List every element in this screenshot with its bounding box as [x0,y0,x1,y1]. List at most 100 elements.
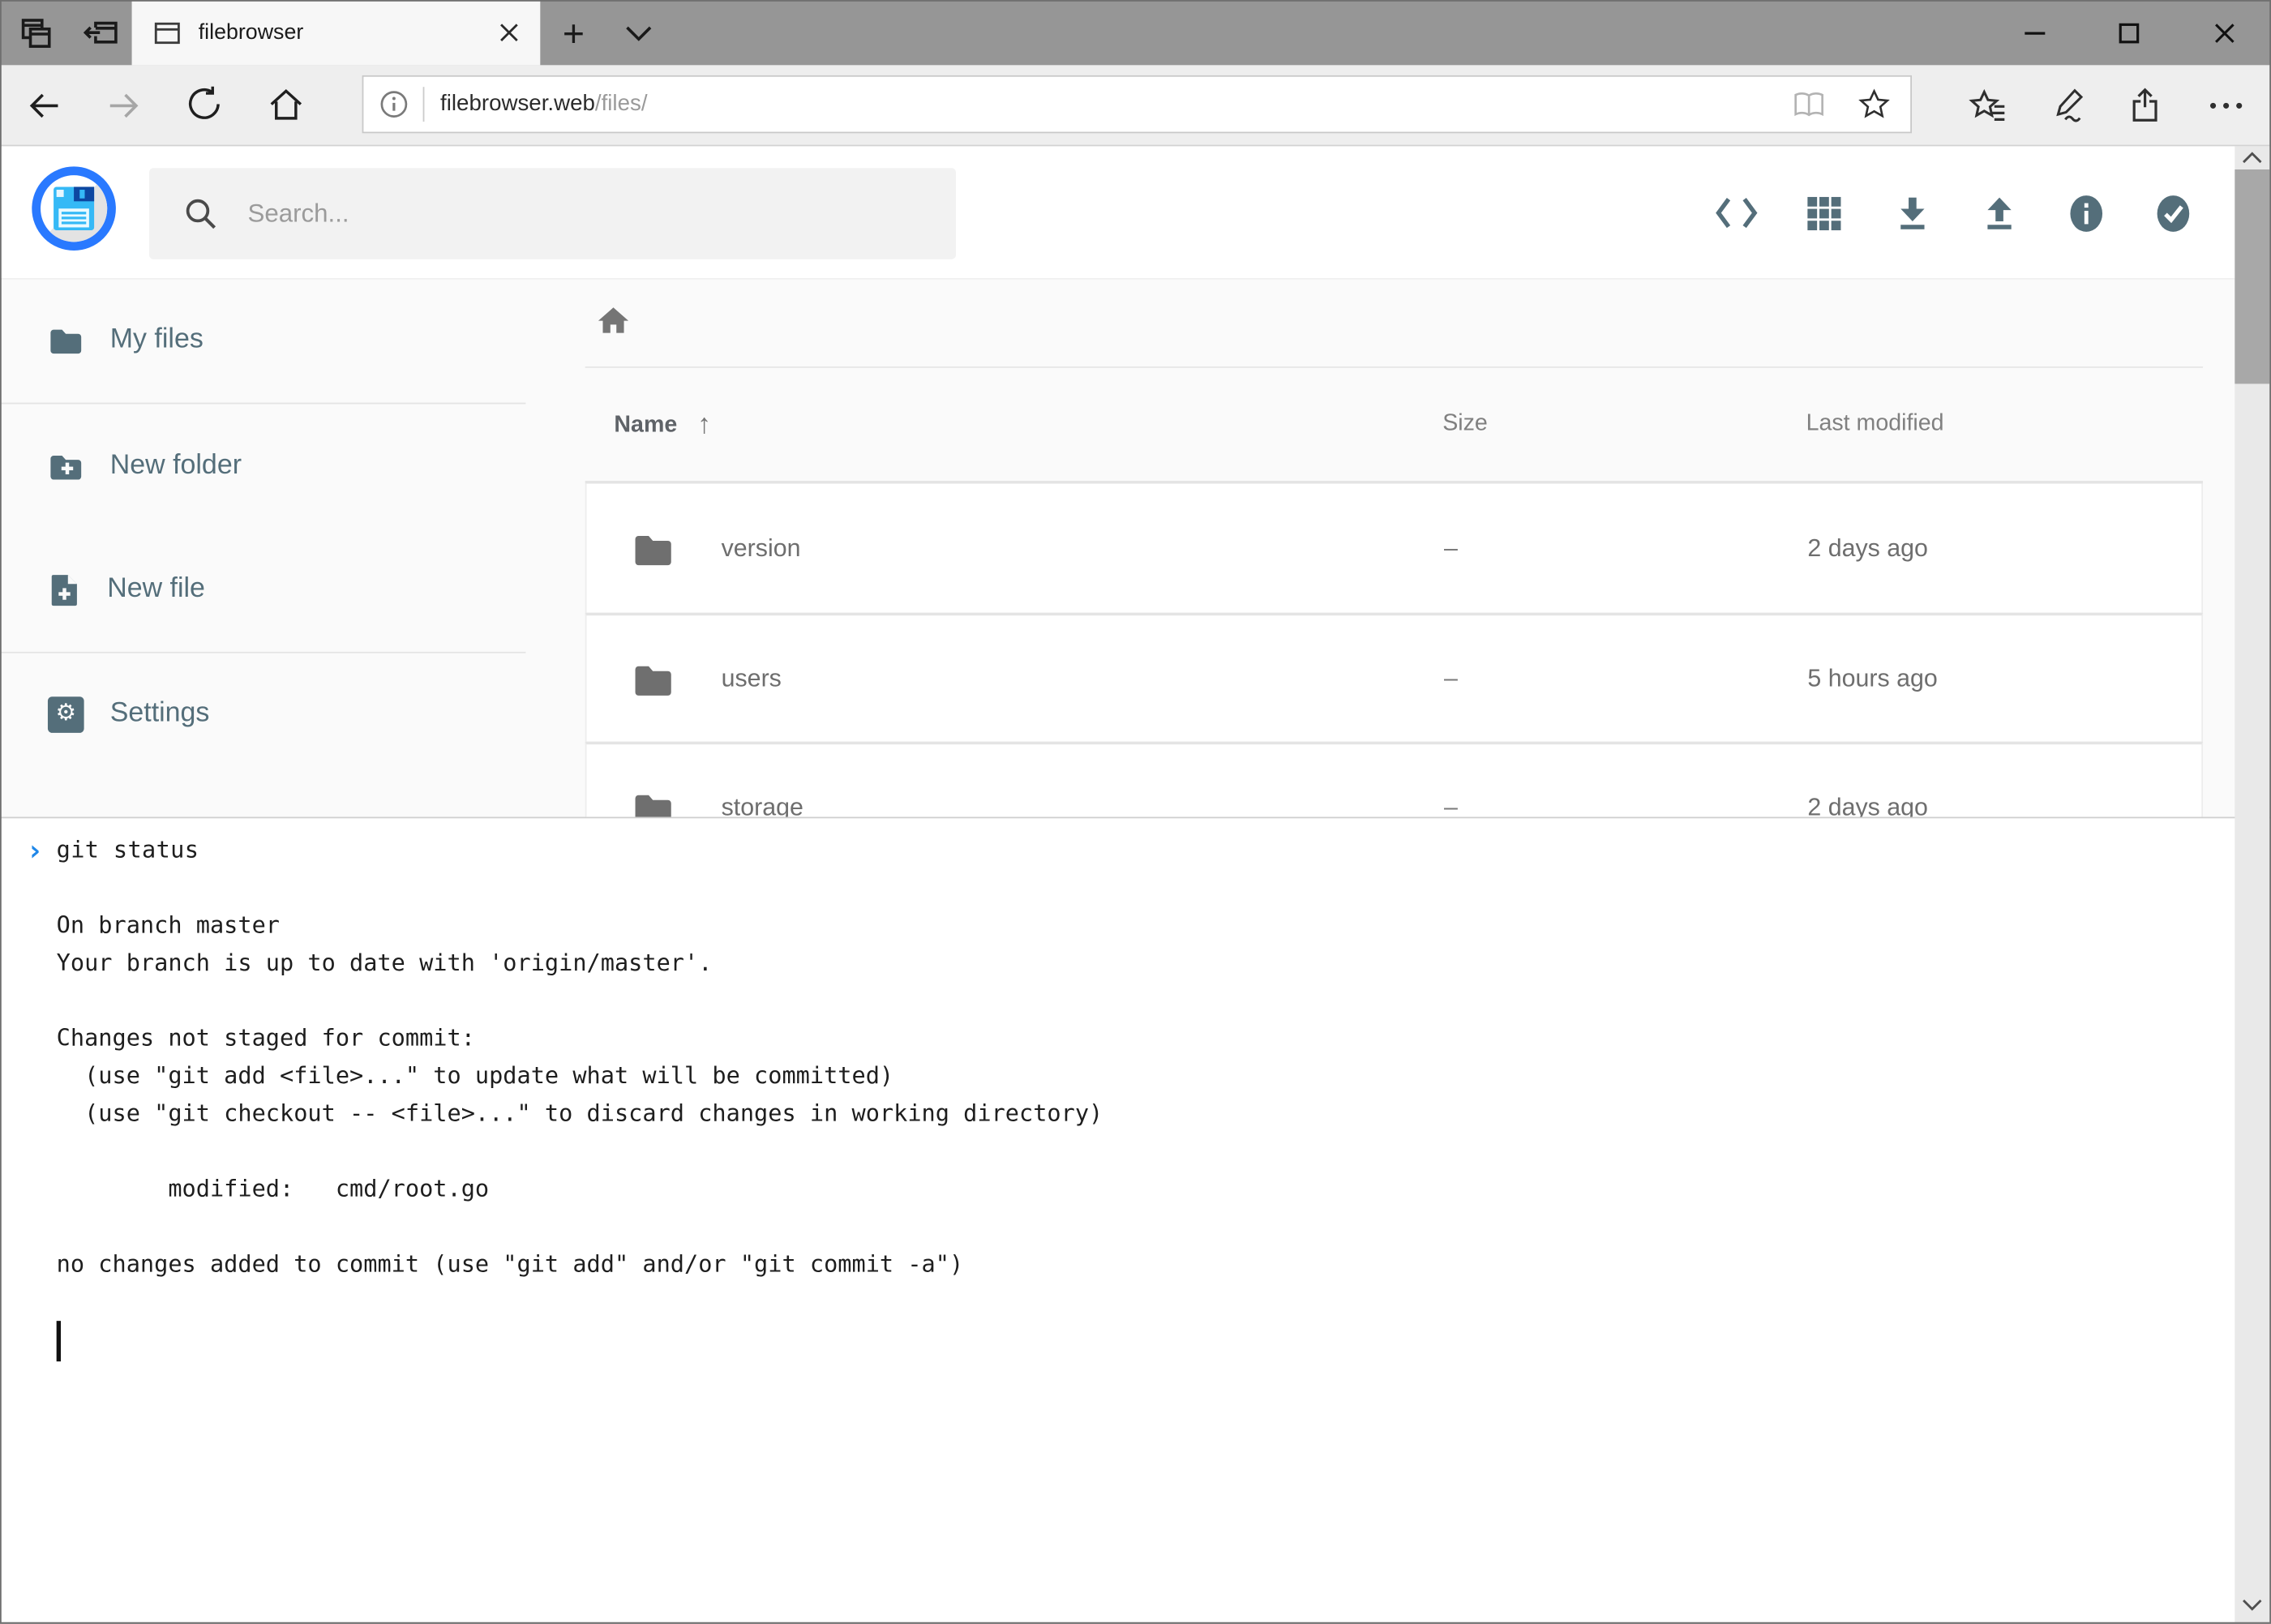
file-browser-content: My files New folder [0,280,2271,817]
sidebar-item-label: New folder [110,451,242,482]
site-info-icon[interactable] [379,90,409,119]
sidebar-item-label: New file [107,573,205,605]
set-tabs-aside-button[interactable] [68,0,132,65]
maximize-button[interactable] [2096,0,2162,65]
sidebar-item-label: Settings [110,698,210,730]
tab-title: filebrowser [199,20,499,45]
sidebar-item-settings[interactable]: ⚙ Settings [0,678,525,750]
terminal-output: On branch master Your branch is up to da… [57,869,2271,1283]
tab-preview-button[interactable] [4,0,68,65]
new-folder-icon [48,448,84,485]
code-icon [1715,194,1759,231]
search-input[interactable] [245,197,888,230]
file-modified: 5 hours ago [1807,664,1937,693]
home-icon [266,85,305,124]
info-button[interactable] [2054,146,2118,279]
sidebar-divider [0,652,525,653]
address-bar[interactable]: filebrowser.web/files/ [362,75,1912,133]
column-header-name[interactable]: Name ↑ [614,410,711,442]
terminal-command-line: ›git status [26,831,2271,868]
sidebar-item-my-files[interactable]: My files [0,304,525,376]
titlebar: filebrowser + [0,0,2271,65]
browser-tab[interactable]: filebrowser [132,0,541,65]
home-icon [595,302,632,339]
forward-button[interactable] [92,65,156,144]
table-row-version[interactable]: version – 2 days ago [585,484,2203,613]
share-icon [2126,85,2166,126]
terminal-panel[interactable]: ›git status On branch master Your branch… [0,817,2271,1624]
close-icon [2212,19,2238,45]
upload-icon [1979,193,2018,232]
search-bar[interactable] [149,168,956,259]
web-note-button[interactable] [2035,65,2099,144]
file-name: users [722,664,782,693]
tab-favicon-icon [152,17,183,48]
sidebar-divider [0,403,525,405]
browser-window: filebrowser + [0,0,2271,1624]
address-separator [423,87,425,122]
download-button[interactable] [1880,146,1944,279]
file-size: – [1444,533,1458,563]
scroll-down-icon[interactable] [2235,1596,2269,1613]
file-size: – [1444,664,1458,693]
sidebar-item-label: My files [110,324,204,356]
reading-view-icon[interactable] [1790,87,1828,122]
file-name: version [722,533,801,563]
sidebar-item-new-folder[interactable]: New folder [0,431,525,503]
table-row-storage[interactable]: storage – 2 days ago [585,742,2203,817]
scroll-up-icon[interactable] [2235,149,2269,166]
file-name: storage [722,793,803,816]
download-icon [1892,193,1931,232]
filebrowser-logo[interactable] [32,166,116,251]
sidebar: My files New folder [0,280,536,817]
pen-icon [2046,85,2087,126]
tab-close-icon[interactable] [499,22,521,44]
select-multiple-button[interactable] [2140,146,2205,279]
browser-toolbar: filebrowser.web/files/ [0,65,2271,146]
filebrowser-header [0,146,2271,279]
table-row-users[interactable]: users – 5 hours ago [585,613,2203,742]
folder-icon [632,529,675,568]
tab-preview-icon [17,14,54,51]
share-button[interactable] [2115,65,2179,144]
tab-list-chevron-button[interactable] [606,0,672,65]
ellipsis-icon [2210,102,2242,108]
sort-ascending-icon: ↑ [697,410,711,442]
favorites-list-icon [1967,85,2007,126]
home-button[interactable] [254,65,318,144]
more-menu-button[interactable] [2194,65,2258,144]
breadcrumb-divider [585,366,2203,368]
favorites-hub-button[interactable] [1956,65,2020,144]
file-modified: 2 days ago [1807,533,1928,563]
file-size: – [1444,793,1458,816]
url-text[interactable]: filebrowser.web/files/ [440,92,647,118]
floppy-disk-icon [52,186,96,232]
column-header-modified[interactable]: Last modified [1806,411,1944,437]
set-tabs-aside-icon [80,13,119,52]
back-button[interactable] [11,65,75,144]
new-file-icon [48,572,81,608]
refresh-button[interactable] [173,65,237,144]
prompt-chevron-icon: › [26,831,57,868]
minimize-button[interactable] [2002,0,2068,65]
close-button[interactable] [2192,0,2258,65]
column-header-size[interactable]: Size [1442,411,1488,437]
check-circle-icon [2153,192,2192,234]
page-scrollbar[interactable] [2235,146,2269,1622]
add-favorite-star-icon[interactable] [1857,87,1892,122]
url-host: filebrowser.web [440,92,595,116]
grid-view-button[interactable] [1792,146,1856,279]
sidebar-item-new-file[interactable]: New file [0,553,525,625]
maximize-icon [2116,19,2142,45]
search-icon [182,195,219,232]
scrollbar-thumb[interactable] [2235,169,2269,384]
new-tab-button[interactable]: + [545,0,602,65]
upload-button[interactable] [1967,146,2031,279]
info-icon [2066,192,2105,234]
forward-icon [105,85,145,126]
breadcrumb-home-button[interactable] [595,302,632,339]
url-path: /files/ [595,92,648,116]
folder-icon [48,322,84,358]
raw-editor-button[interactable] [1705,146,1769,279]
folder-icon [632,788,675,817]
